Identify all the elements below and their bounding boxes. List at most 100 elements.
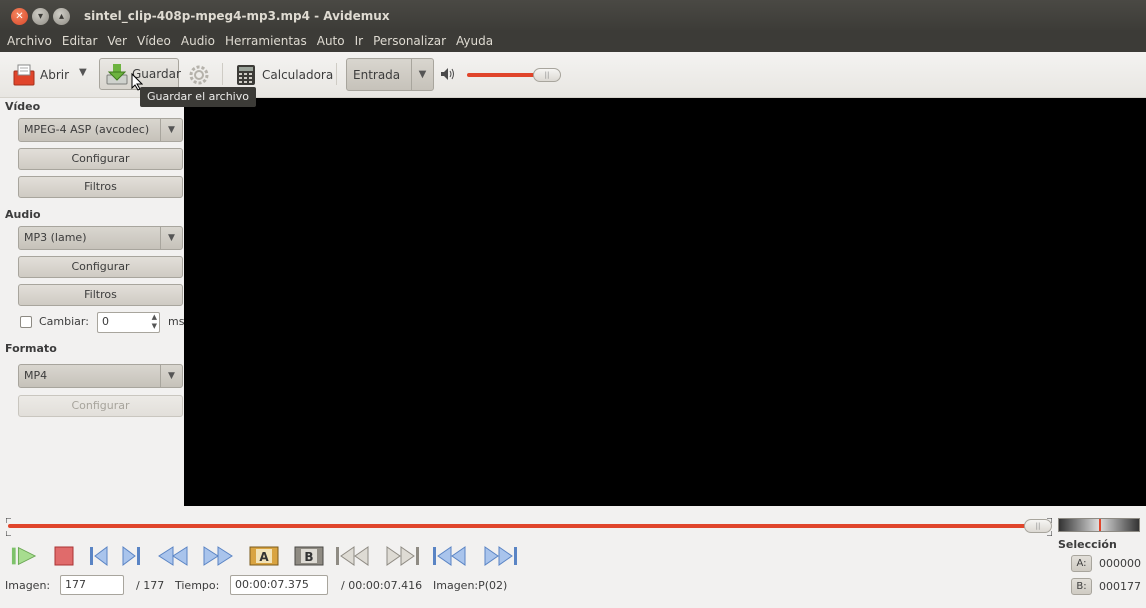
- video-codec-value: MPEG-4 ASP (avcodec): [24, 123, 150, 136]
- menu-ver[interactable]: Ver: [102, 34, 132, 48]
- next-keyframe-button[interactable]: [200, 545, 236, 567]
- time-label: Tiempo:: [175, 579, 220, 592]
- time-total: / 00:00:07.416: [341, 579, 423, 592]
- title-bar: ✕ ▾ ▴ sintel_clip-408p-mpeg4-mp3.mp4 - A…: [0, 0, 1146, 32]
- chevron-down-icon: ▼: [160, 119, 182, 141]
- video-configure-button[interactable]: Configurar: [18, 148, 183, 170]
- save-icon: [105, 62, 129, 86]
- audio-shift-spinner[interactable]: 0 ▲ ▼: [97, 312, 160, 333]
- timeline-slider[interactable]: ||: [6, 518, 1052, 536]
- stop-button[interactable]: [51, 545, 77, 567]
- volume-icon[interactable]: [440, 67, 456, 81]
- menu-herramientas[interactable]: Herramientas: [220, 34, 312, 48]
- video-preview: [184, 98, 1146, 506]
- input-source-value: Entrada: [353, 67, 401, 82]
- menu-audio[interactable]: Audio: [176, 34, 220, 48]
- format-value: MP4: [24, 369, 48, 382]
- settings-button[interactable]: [187, 63, 211, 87]
- go-to-end-button[interactable]: [481, 545, 519, 567]
- video-section-title: Vídeo: [5, 100, 41, 113]
- time-input[interactable]: 00:00:07.375: [230, 575, 328, 595]
- next-frame-icon: [122, 546, 140, 566]
- previous-frame-button[interactable]: [86, 545, 112, 567]
- menu-ayuda[interactable]: Ayuda: [451, 34, 498, 48]
- spinner-arrows-icon[interactable]: ▲ ▼: [152, 313, 157, 331]
- marker-b-icon: B: [294, 546, 324, 566]
- minimize-icon[interactable]: ▾: [32, 7, 49, 25]
- volume-slider[interactable]: ||: [467, 68, 561, 82]
- format-configure-button[interactable]: Configurar: [18, 395, 183, 417]
- set-marker-b-button[interactable]: B: [294, 545, 324, 567]
- format-section-title: Formato: [5, 342, 57, 355]
- timeline-handle[interactable]: ||: [1024, 519, 1052, 533]
- menu-auto[interactable]: Auto: [312, 34, 350, 48]
- audio-codec-value: MP3 (lame): [24, 231, 87, 244]
- go-to-a-icon: [336, 546, 369, 566]
- open-button[interactable]: Abrir: [12, 63, 69, 87]
- audio-shift-label: Cambiar:: [39, 315, 89, 328]
- menu-personalizar[interactable]: Personalizar: [368, 34, 451, 48]
- audio-codec-combo[interactable]: MP3 (lame) ▼: [18, 226, 183, 250]
- jog-marker: [1099, 519, 1101, 531]
- go-to-b-icon: [386, 546, 419, 566]
- frame-input[interactable]: 177: [60, 575, 124, 595]
- chevron-down-icon: ▼: [411, 59, 433, 90]
- audio-configure-button[interactable]: Configurar: [18, 256, 183, 278]
- gear-icon: [187, 63, 211, 87]
- menu-editar[interactable]: Editar: [57, 34, 103, 48]
- frame-label: Imagen:: [5, 579, 51, 592]
- timeline-fill: [8, 524, 1030, 528]
- rewind-icon: [158, 546, 188, 566]
- close-icon[interactable]: ✕: [11, 7, 28, 25]
- marker-a-icon: A: [249, 546, 279, 566]
- chevron-down-icon: ▼: [160, 227, 182, 249]
- chevron-down-icon: ▼: [79, 67, 87, 78]
- selection-b-button[interactable]: B:: [1071, 578, 1092, 595]
- jog-shuttle[interactable]: [1058, 518, 1140, 532]
- frame-type: Imagen:P(02): [433, 579, 508, 592]
- audio-filters-button[interactable]: Filtros: [18, 284, 183, 306]
- audio-shift-value: 0: [102, 315, 109, 328]
- calculator-label: Calculadora: [262, 68, 334, 82]
- set-marker-a-button[interactable]: A: [249, 545, 279, 567]
- svg-text:B: B: [304, 550, 313, 564]
- selection-title: Selección: [1058, 538, 1117, 551]
- selection-a-value: 000000: [1099, 557, 1141, 570]
- input-source-combo[interactable]: Entrada ▼: [346, 58, 434, 91]
- save-tooltip: Guardar el archivo: [140, 87, 256, 107]
- menu-video[interactable]: Vídeo: [132, 34, 176, 48]
- chevron-down-icon: ▼: [160, 365, 182, 387]
- video-codec-combo[interactable]: MPEG-4 ASP (avcodec) ▼: [18, 118, 183, 142]
- fast-forward-icon: [203, 546, 233, 566]
- menu-archivo[interactable]: Archivo: [2, 34, 57, 48]
- next-frame-button[interactable]: [118, 545, 144, 567]
- maximize-icon[interactable]: ▴: [53, 7, 70, 25]
- toolbar-separator: [222, 63, 223, 85]
- window-title: sintel_clip-408p-mpeg4-mp3.mp4 - Avidemu…: [84, 9, 390, 23]
- go-to-marker-a-button[interactable]: [334, 545, 372, 567]
- previous-keyframe-button[interactable]: [155, 545, 191, 567]
- previous-frame-icon: [90, 546, 108, 566]
- menu-ir[interactable]: Ir: [350, 34, 368, 48]
- selection-a-button[interactable]: A:: [1071, 555, 1092, 572]
- volume-handle[interactable]: ||: [533, 68, 561, 82]
- skip-to-end-icon: [484, 546, 517, 566]
- play-button[interactable]: [11, 545, 37, 567]
- selection-b-value: 000177: [1099, 580, 1141, 593]
- calculator-icon: [234, 63, 258, 87]
- toolbar-separator: [336, 63, 337, 85]
- menu-bar: Archivo Editar Ver Vídeo Audio Herramien…: [0, 30, 1146, 52]
- open-recent-dropdown[interactable]: ▼: [79, 67, 87, 78]
- calculator-button[interactable]: Calculadora: [234, 63, 333, 87]
- open-label: Abrir: [40, 68, 70, 82]
- video-filters-button[interactable]: Filtros: [18, 176, 183, 198]
- go-to-marker-b-button[interactable]: [383, 545, 421, 567]
- svg-text:A: A: [259, 550, 269, 564]
- audio-shift-checkbox[interactable]: [20, 316, 32, 328]
- stop-icon: [54, 546, 74, 566]
- go-to-start-button[interactable]: [431, 545, 469, 567]
- frame-total: / 177: [136, 579, 165, 592]
- format-combo[interactable]: MP4 ▼: [18, 364, 183, 388]
- open-file-icon: [12, 63, 36, 87]
- play-icon: [11, 546, 37, 566]
